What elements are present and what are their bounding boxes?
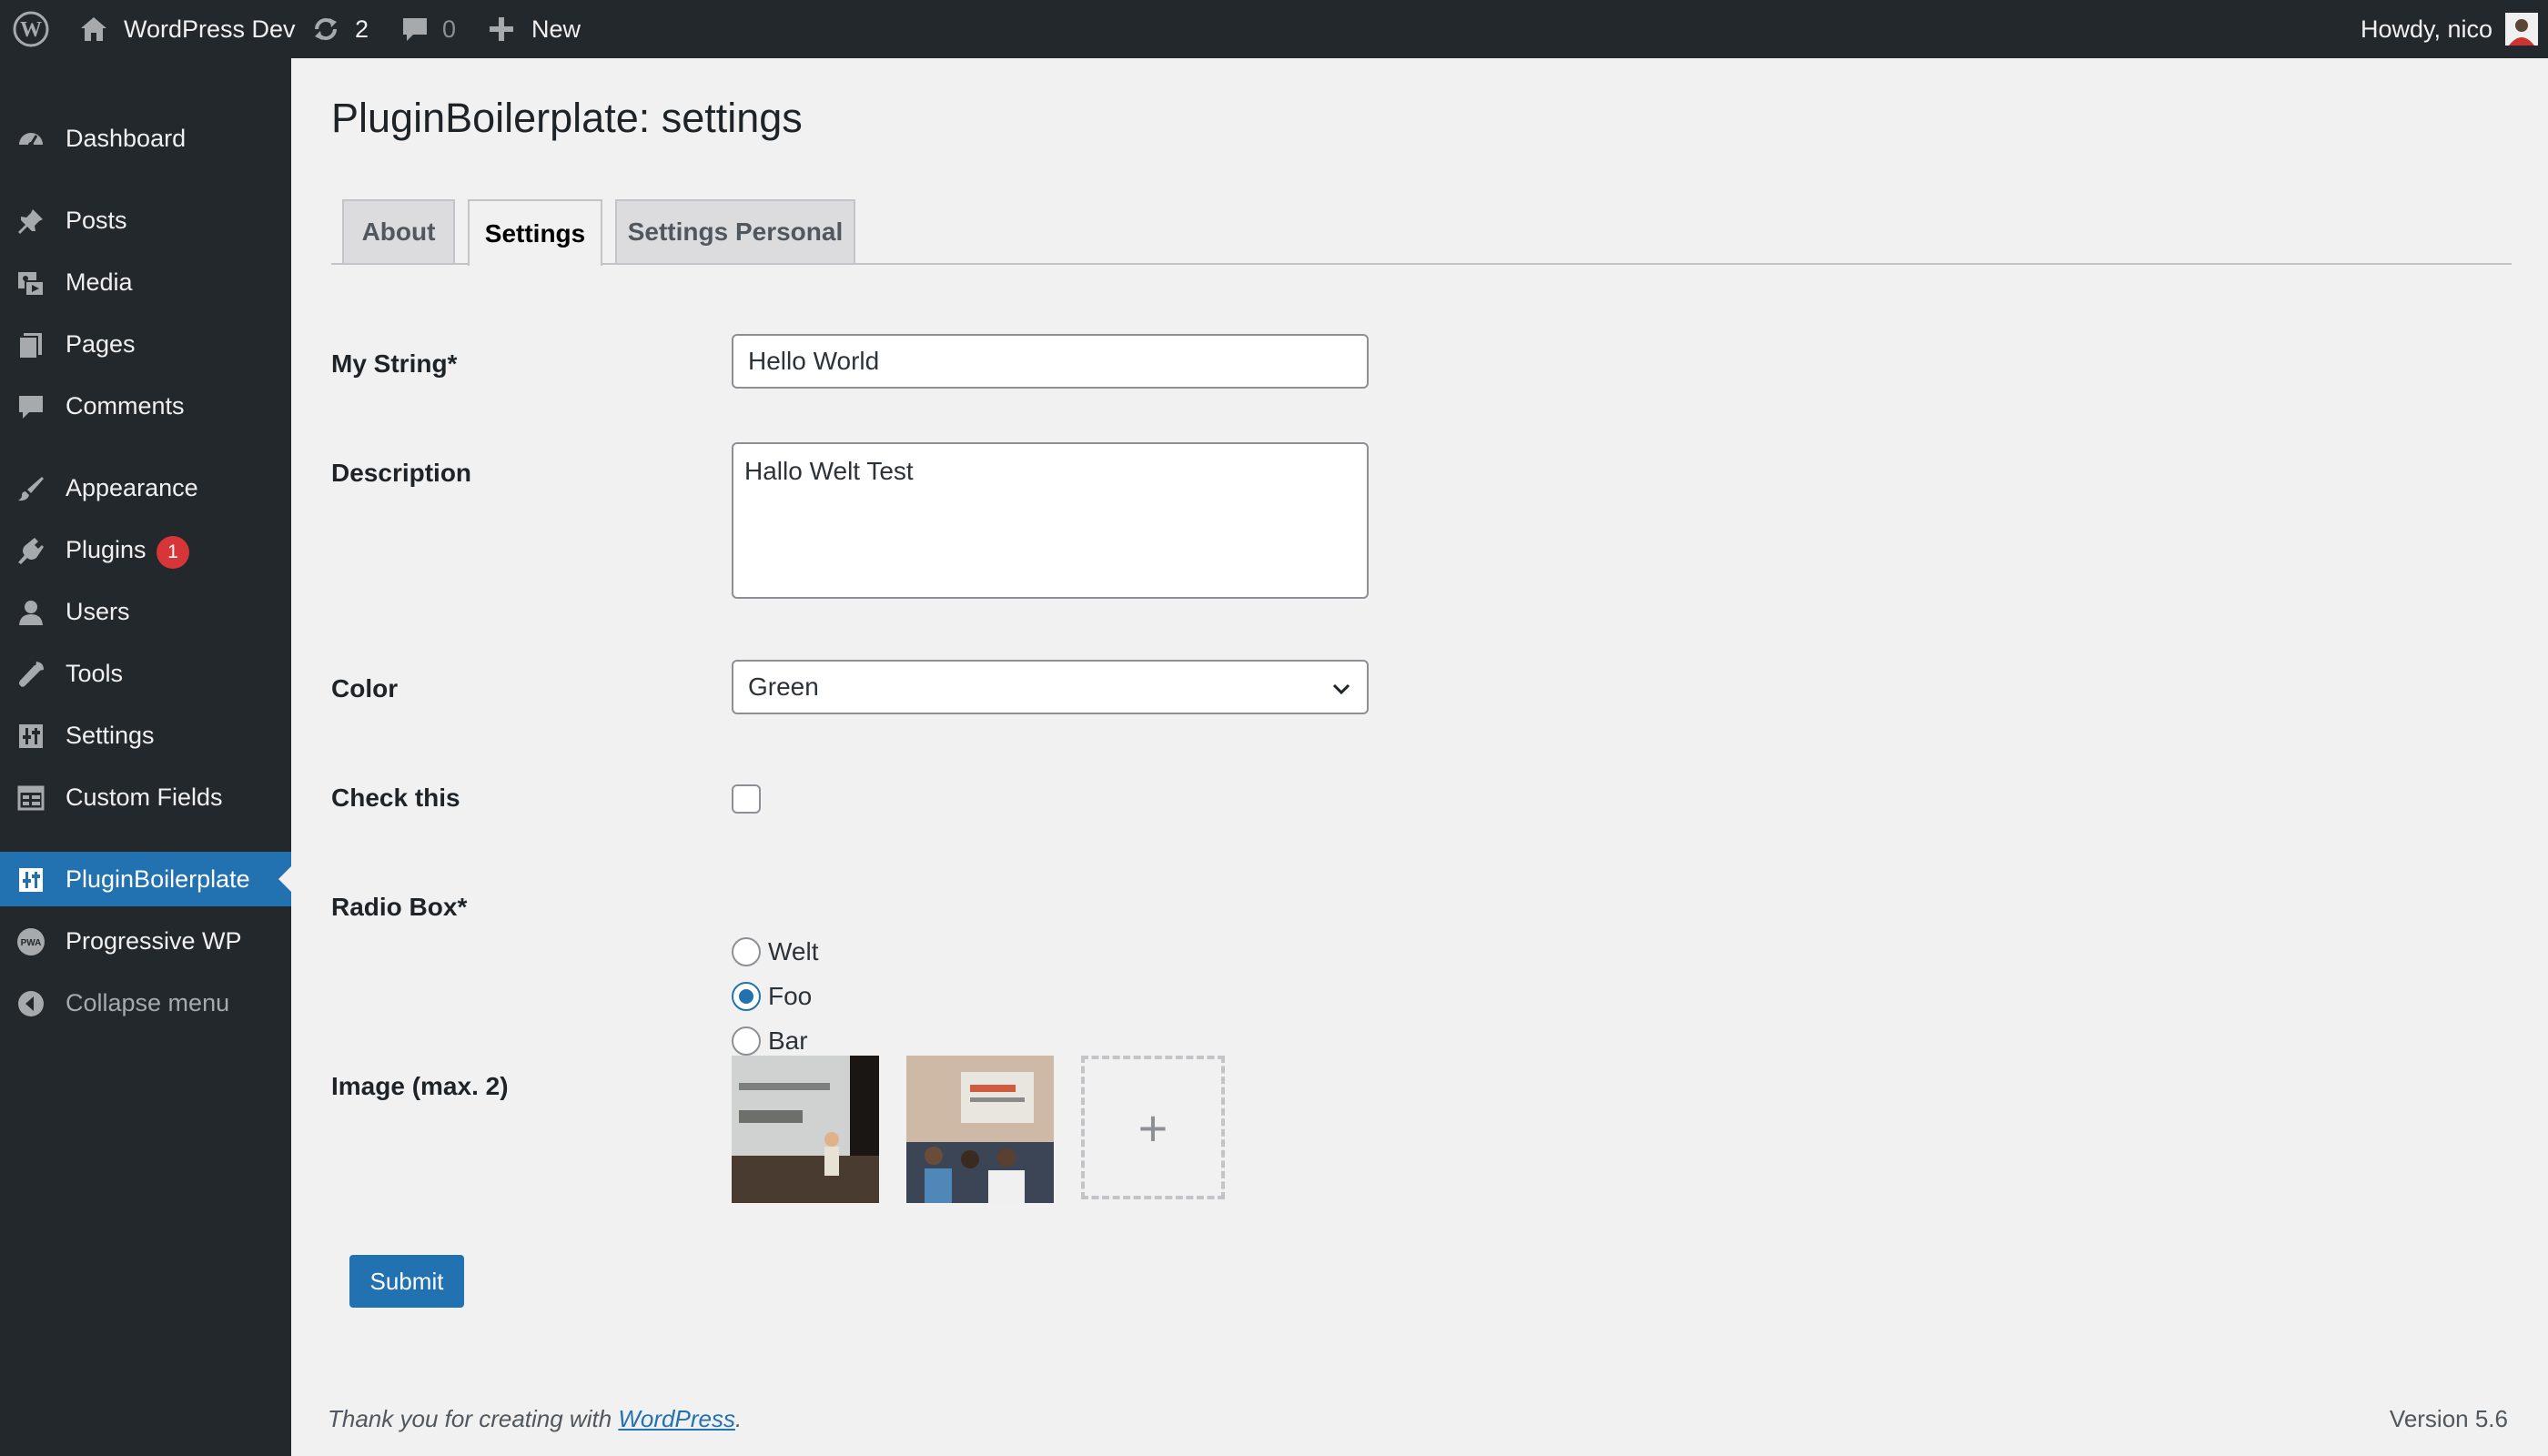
- radio-box-label: Radio Box*: [331, 893, 468, 921]
- updates-count: 2: [355, 15, 369, 43]
- admin-bar: W WordPress Dev 2 0 New Howdy, nico: [0, 0, 2548, 58]
- radio-option-welt[interactable]: Welt: [732, 934, 819, 970]
- sliders-icon: [19, 868, 43, 892]
- sidebar-item-dashboard[interactable]: Dashboard: [0, 111, 291, 166]
- footer-thanks: Thank you for creating with WordPress.: [328, 1405, 743, 1432]
- sidebar-item-custom-fields[interactable]: Custom Fields: [0, 770, 291, 824]
- my-string-label: My String*: [331, 349, 458, 378]
- image-thumbnail-1[interactable]: [732, 1056, 879, 1203]
- radio-option-bar[interactable]: Bar: [732, 1023, 808, 1059]
- new-content-link[interactable]: New: [488, 0, 581, 58]
- wordpress-logo-icon[interactable]: W: [13, 0, 49, 58]
- sidebar-item-appearance[interactable]: Appearance: [0, 460, 291, 515]
- comment-icon: [19, 396, 43, 419]
- plus-icon: [490, 17, 513, 41]
- new-label: New: [531, 15, 581, 43]
- site-name-link[interactable]: WordPress Dev: [78, 0, 296, 58]
- pin-icon: [18, 209, 43, 234]
- my-account-link[interactable]: Howdy, nico: [2361, 0, 2539, 58]
- comments-link[interactable]: 0: [400, 0, 456, 58]
- comment-icon: [403, 18, 427, 41]
- admin-sidebar: Dashboard Posts Media Pages Comments App…: [0, 58, 291, 1456]
- radio-bar[interactable]: [732, 1026, 761, 1056]
- sidebar-item-progressive-wp[interactable]: PWA Progressive WP: [0, 914, 291, 968]
- check-this-label: Check this: [331, 784, 460, 812]
- avatar: [2505, 13, 2539, 46]
- sidebar-item-settings[interactable]: Settings: [0, 708, 291, 763]
- sidebar-item-pages[interactable]: Pages: [0, 317, 291, 371]
- submit-button[interactable]: Submit: [349, 1255, 464, 1308]
- plus-icon: +: [1138, 1098, 1168, 1157]
- updates-link[interactable]: 2: [309, 0, 369, 58]
- sidebar-item-comments[interactable]: Comments: [0, 379, 291, 433]
- main-content: PluginBoilerplate: settings About Settin…: [291, 58, 2548, 1456]
- sidebar-item-users[interactable]: Users: [0, 584, 291, 639]
- radio-welt[interactable]: [732, 937, 761, 966]
- tab-settings-personal[interactable]: Settings Personal: [615, 199, 855, 263]
- my-string-input[interactable]: [732, 334, 1369, 389]
- footer-version: Version 5.6: [2389, 1405, 2508, 1432]
- svg-text:PWA: PWA: [21, 938, 42, 948]
- pwa-icon: PWA: [17, 928, 45, 956]
- tabs-divider: [331, 263, 2512, 265]
- table-icon: [17, 785, 45, 811]
- collapse-icon: [18, 991, 44, 1016]
- wrench-icon: [19, 662, 44, 687]
- sidebar-item-posts[interactable]: Posts: [0, 193, 291, 248]
- image-label: Image (max. 2): [331, 1072, 509, 1100]
- user-icon: [19, 601, 43, 625]
- updates-icon: [315, 18, 337, 40]
- svg-text:W: W: [20, 18, 42, 42]
- plugins-update-badge: 1: [157, 536, 189, 569]
- page-title: PluginBoilerplate: settings: [331, 95, 803, 141]
- sidebar-item-pluginboilerplate[interactable]: PluginBoilerplate: [0, 852, 291, 906]
- plugin-icon: [18, 538, 44, 564]
- wordpress-link[interactable]: WordPress: [618, 1405, 735, 1432]
- add-image-button[interactable]: +: [1081, 1056, 1225, 1199]
- media-icon: [18, 272, 45, 297]
- image-thumbnail-2[interactable]: [906, 1056, 1054, 1203]
- chevron-down-icon: [1332, 683, 1350, 695]
- sidebar-item-media[interactable]: Media: [0, 255, 291, 309]
- tab-about[interactable]: About: [342, 199, 455, 263]
- comments-count: 0: [442, 15, 457, 43]
- color-select[interactable]: Green: [732, 660, 1369, 714]
- sidebar-item-plugins[interactable]: Plugins 1: [0, 522, 291, 577]
- dashboard-icon: [19, 133, 43, 147]
- color-select-value: Green: [748, 672, 819, 701]
- radio-foo[interactable]: [732, 982, 761, 1011]
- brush-icon: [18, 477, 44, 501]
- radio-option-foo[interactable]: Foo: [732, 978, 812, 1015]
- collapse-menu-button[interactable]: Collapse menu: [0, 976, 291, 1030]
- description-textarea[interactable]: Hallo Welt Test: [732, 442, 1369, 599]
- check-this-checkbox[interactable]: [732, 784, 761, 814]
- sidebar-item-tools[interactable]: Tools: [0, 646, 291, 701]
- site-name: WordPress Dev: [124, 15, 296, 43]
- color-label: Color: [331, 674, 399, 703]
- sliders-icon: [19, 724, 43, 748]
- pages-icon: [18, 333, 42, 359]
- description-label: Description: [331, 459, 472, 487]
- tab-settings[interactable]: Settings: [468, 199, 602, 266]
- home-icon: [81, 17, 106, 41]
- howdy-text: Howdy, nico: [2361, 15, 2493, 43]
